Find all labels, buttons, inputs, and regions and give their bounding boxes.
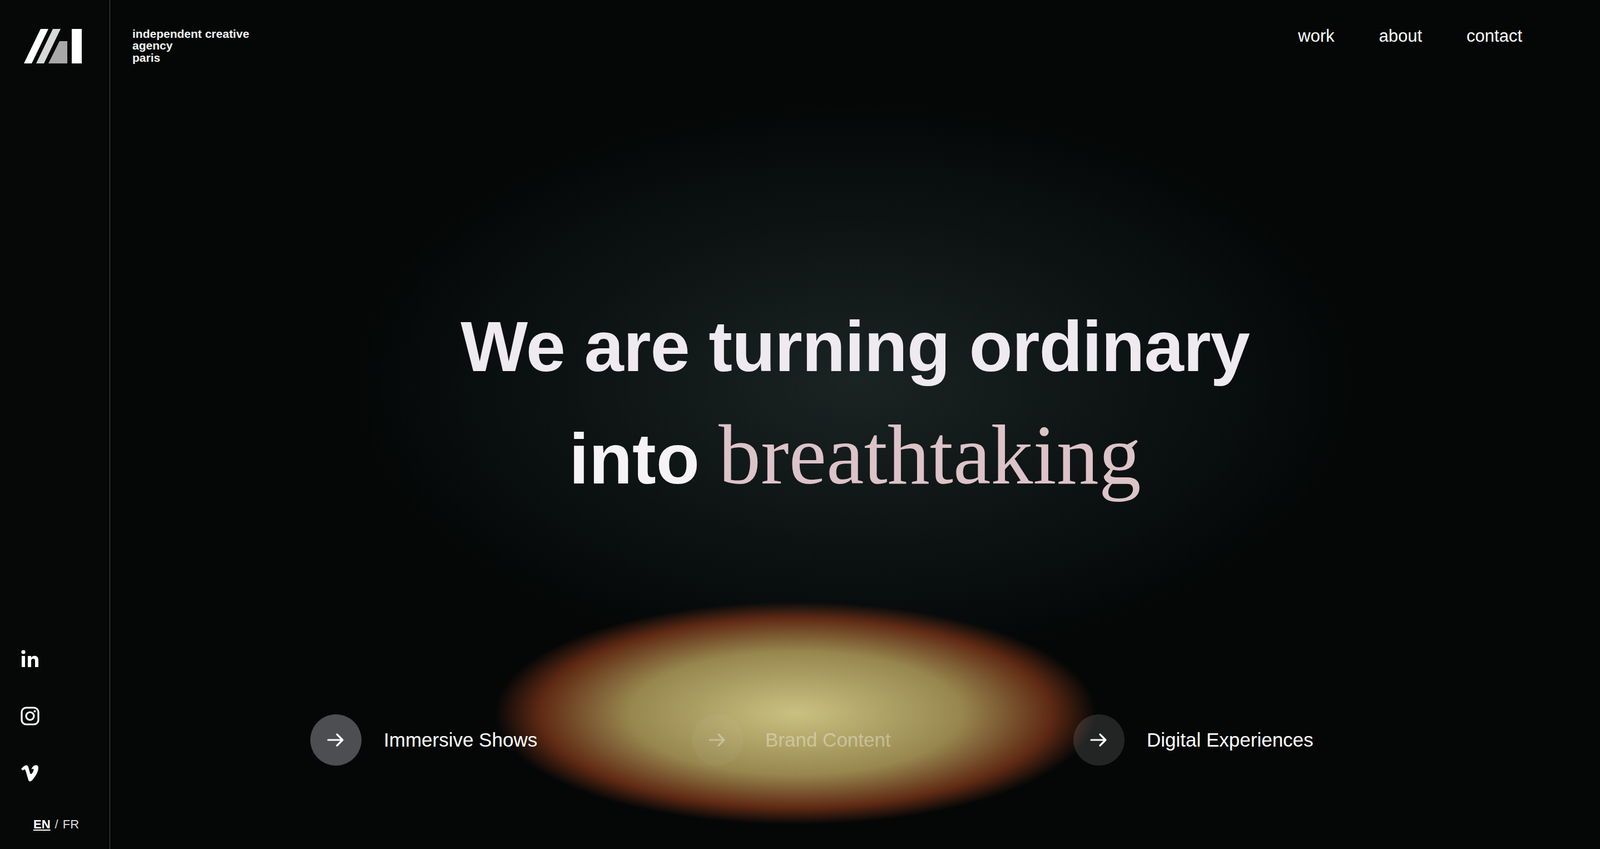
vimeo-icon[interactable]: [18, 761, 42, 784]
instagram-icon[interactable]: [18, 704, 42, 727]
tagline: independent creativeagencyparis: [110, 0, 250, 64]
tagline-line: agency: [132, 39, 250, 52]
arrow-icon[interactable]: [310, 714, 362, 766]
arrow-icon[interactable]: [1073, 714, 1125, 766]
highlight-word: breathtaking: [718, 408, 1142, 502]
sidebar: EN /FR: [0, 0, 111, 849]
language-separator: /: [55, 816, 59, 831]
tagline-line: paris: [132, 51, 250, 64]
language-option[interactable]: EN: [33, 816, 51, 831]
service-link[interactable]: Immersive Shows: [310, 714, 692, 766]
language-option[interactable]: FR: [62, 816, 79, 831]
social-links: [0, 647, 60, 784]
service-link[interactable]: Brand Content: [691, 714, 1074, 766]
arrow-icon[interactable]: [691, 714, 743, 766]
language-switch: EN /FR: [33, 810, 110, 834]
service-link[interactable]: Digital Experiences: [1073, 714, 1455, 766]
headline-line: We are turning ordinary: [460, 296, 1250, 396]
main-nav: work about contact: [1298, 0, 1600, 50]
headline: We are turning ordinary intobreathtaking: [110, 63, 1600, 715]
nav-link[interactable]: work: [1298, 23, 1335, 50]
services-row: Immersive Shows Brand Content Digital Expe…: [110, 714, 1600, 849]
headline-line: intobreathtaking: [568, 395, 1141, 515]
hero-section: independent creativeagencyparis work abou…: [110, 0, 1600, 849]
service-label[interactable]: Brand Content: [765, 725, 891, 755]
nav-link[interactable]: about: [1378, 23, 1423, 50]
linkedin-icon[interactable]: [18, 647, 42, 671]
service-label[interactable]: Digital Experiences: [1146, 725, 1314, 755]
service-label[interactable]: Immersive Shows: [383, 725, 538, 755]
nav-link[interactable]: contact: [1466, 23, 1523, 50]
logo-icon[interactable]: [23, 28, 82, 64]
tagline-line: independent creative: [132, 27, 250, 40]
